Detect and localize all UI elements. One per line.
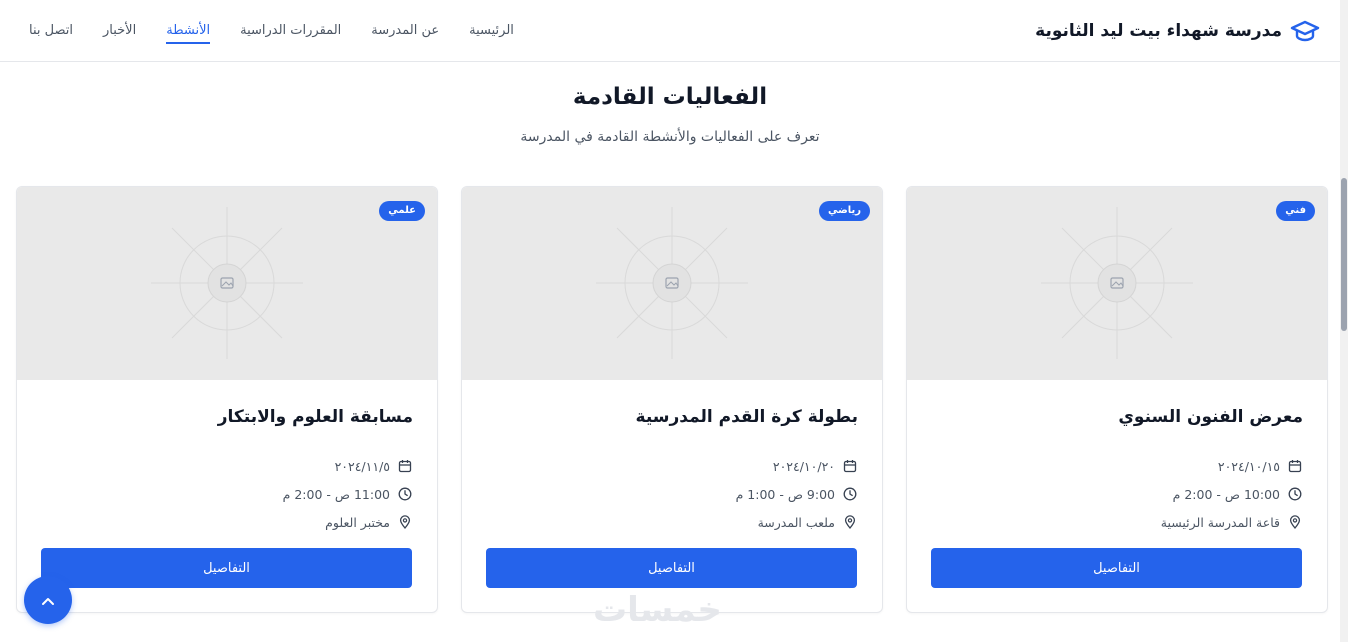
graduation-cap-icon <box>1290 18 1320 44</box>
category-badge: فني <box>1276 201 1315 221</box>
nav-news[interactable]: الأخبار <box>88 21 151 41</box>
site-header: مدرسة شهداء بيت ليد الثانوية الرئيسية عن… <box>0 0 1340 62</box>
event-location-text: قاعة المدرسة الرئيسية <box>1160 514 1280 530</box>
event-title: بطولة كرة القدم المدرسية <box>635 407 858 427</box>
map-pin-icon <box>842 514 858 530</box>
section-title: الفعاليات القادمة <box>572 84 768 110</box>
event-time: 9:00 ص - 1:00 م <box>736 486 858 502</box>
details-button[interactable]: التفاصيل <box>486 548 857 588</box>
event-time-text: 9:00 ص - 1:00 م <box>735 486 835 502</box>
event-date-text: ٢٠٢٤/١٠/٢٠ <box>772 458 835 474</box>
page-scrollbar[interactable] <box>1340 0 1348 642</box>
event-date: ٢٠٢٤/١١/٥ <box>335 458 413 474</box>
calendar-icon <box>1287 458 1303 474</box>
nav-home[interactable]: الرئيسية <box>454 21 529 41</box>
event-card: فني معرض الفنون السنوي ٢٠٢٤/١٠/١٥ 10:00 … <box>906 186 1328 613</box>
nav-about[interactable]: عن المدرسة <box>356 21 454 41</box>
event-title: مسابقة العلوم والابتكار <box>217 407 413 427</box>
map-pin-icon <box>397 514 413 530</box>
event-location: ملعب المدرسة <box>758 514 858 530</box>
event-date: ٢٠٢٤/١٠/٢٠ <box>773 458 858 474</box>
scroll-top-button[interactable] <box>24 576 72 624</box>
brand-name: مدرسة شهداء بيت ليد الثانوية <box>1035 20 1282 41</box>
scrollbar-thumb[interactable] <box>1341 178 1347 331</box>
nav-activities[interactable]: الأنشطة <box>151 21 225 44</box>
chevron-up-icon <box>41 591 55 610</box>
calendar-icon <box>397 458 413 474</box>
event-location-text: ملعب المدرسة <box>757 514 835 530</box>
map-pin-icon <box>1287 514 1303 530</box>
event-location: مختبر العلوم <box>325 514 413 530</box>
watermark: خمسات <box>593 590 722 630</box>
event-time: 10:00 ص - 2:00 م <box>1173 486 1303 502</box>
event-date-text: ٢٠٢٤/١١/٥ <box>334 458 390 474</box>
event-location-text: مختبر العلوم <box>325 514 390 530</box>
brand[interactable]: مدرسة شهداء بيت ليد الثانوية <box>1035 18 1320 44</box>
calendar-icon <box>842 458 858 474</box>
event-image-placeholder: فني <box>907 187 1327 380</box>
clock-icon <box>842 486 858 502</box>
details-button[interactable]: التفاصيل <box>41 548 412 588</box>
event-card: رياضي بطولة كرة القدم المدرسية ٢٠٢٤/١٠/٢… <box>461 186 883 613</box>
section-subtitle: تعرف على الفعاليات والأنشطة القادمة في ا… <box>520 129 820 145</box>
event-title: معرض الفنون السنوي <box>1118 407 1303 427</box>
event-date-text: ٢٠٢٤/١٠/١٥ <box>1217 458 1280 474</box>
event-location: قاعة المدرسة الرئيسية <box>1161 514 1303 530</box>
event-time: 11:00 ص - 2:00 م <box>283 486 413 502</box>
event-date: ٢٠٢٤/١٠/١٥ <box>1218 458 1303 474</box>
event-time-text: 11:00 ص - 2:00 م <box>282 486 390 502</box>
category-badge: علمي <box>379 201 425 221</box>
clock-icon <box>397 486 413 502</box>
nav-courses[interactable]: المقررات الدراسية <box>225 21 356 41</box>
event-image-placeholder: رياضي <box>462 187 882 380</box>
event-card: علمي مسابقة العلوم والابتكار ٢٠٢٤/١١/٥ 1… <box>16 186 438 613</box>
details-button[interactable]: التفاصيل <box>931 548 1302 588</box>
nav-contact[interactable]: اتصل بنا <box>14 21 88 41</box>
event-image-placeholder: علمي <box>17 187 437 380</box>
clock-icon <box>1287 486 1303 502</box>
category-badge: رياضي <box>818 201 870 221</box>
event-time-text: 10:00 ص - 2:00 م <box>1172 486 1280 502</box>
main-nav: الرئيسية عن المدرسة المقررات الدراسية ال… <box>14 21 529 44</box>
